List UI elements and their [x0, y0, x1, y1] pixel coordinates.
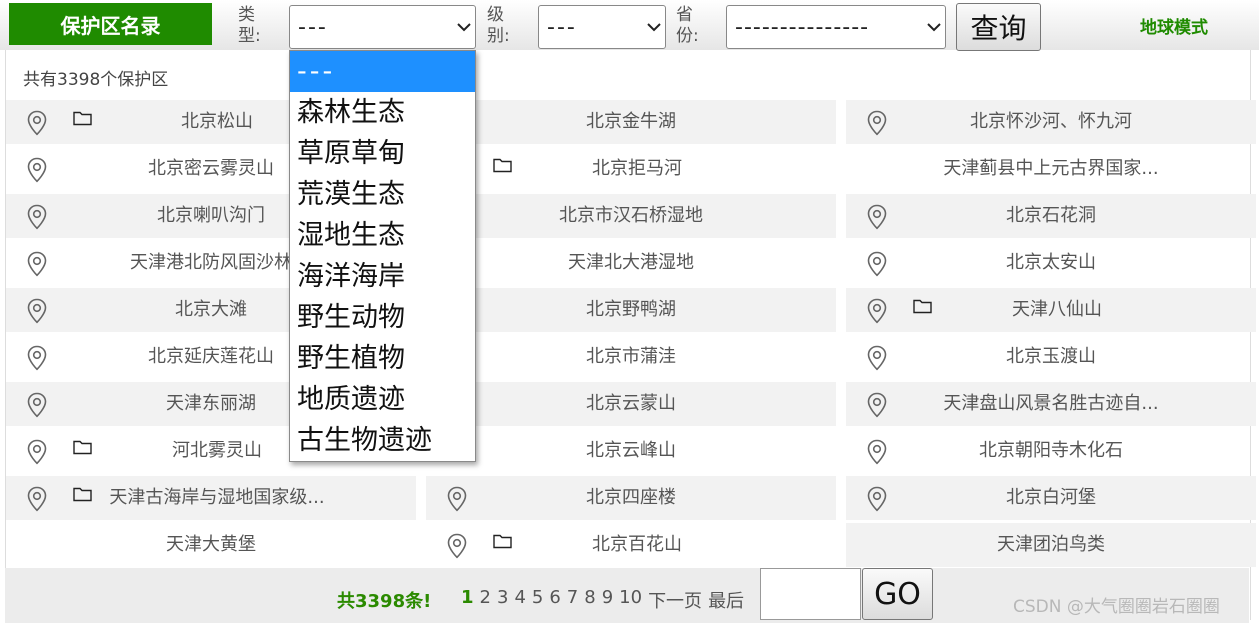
search-button[interactable]: 查询 [956, 3, 1041, 51]
type-option[interactable]: 海洋海岸 [290, 256, 475, 297]
reserve-item[interactable]: 北京百花山 [426, 523, 836, 567]
reserve-name[interactable]: 北京朝阳寺木化石 [846, 429, 1256, 473]
reserve-item[interactable]: 天津团泊鸟类 [846, 523, 1256, 567]
reserve-name[interactable]: 北京玉渡山 [846, 335, 1256, 379]
reserve-name[interactable]: 北京白河堡 [846, 476, 1256, 520]
reserve-item[interactable]: 北京白河堡 [846, 476, 1256, 520]
reserve-name[interactable]: 北京市汉石桥湿地 [426, 194, 836, 238]
reserve-item[interactable]: 北京怀沙河、怀九河 [846, 100, 1256, 144]
reserve-item[interactable]: 北京云蒙山 [426, 382, 836, 426]
reserve-name[interactable]: 天津盘山风景名胜古迹自... [846, 382, 1256, 426]
reserve-name[interactable]: 天津八仙山 [858, 288, 1256, 332]
reserve-item[interactable]: 天津古海岸与湿地国家级... [6, 476, 416, 520]
reserve-name[interactable]: 北京百花山 [438, 523, 836, 567]
reserve-item[interactable]: 天津八仙山 [846, 288, 1256, 332]
page-link-2[interactable]: 2 [480, 587, 491, 613]
type-option[interactable]: 草原草甸 [290, 133, 475, 174]
type-option[interactable]: 古生物遗迹 [290, 420, 475, 461]
reserve-item[interactable]: 天津盘山风景名胜古迹自... [846, 382, 1256, 426]
reserve-item[interactable]: 北京市蒲洼 [426, 335, 836, 379]
reserve-item[interactable]: 天津大黄堡 [6, 523, 416, 567]
reserve-item[interactable]: 北京野鸭湖 [426, 288, 836, 332]
reserve-item[interactable]: 北京四座楼 [426, 476, 836, 520]
type-select[interactable]: --- [289, 5, 476, 49]
watermark: CSDN @大气圈圈岩石圈圈 [1013, 597, 1220, 617]
type-option[interactable]: 野生动物 [290, 297, 475, 338]
top-bar: 保护区名录 类型: --- 级别: --- 省份: --------------… [0, 0, 1259, 51]
reserve-item[interactable]: 天津蓟县中上元古界国家... [846, 147, 1256, 191]
type-dropdown-list: --- 森林生态 草原草甸 荒漠生态 湿地生态 海洋海岸 野生动物 野生植物 地… [289, 50, 476, 462]
reserve-name[interactable]: 北京拒马河 [438, 147, 836, 191]
chevron-down-icon [923, 22, 945, 32]
province-select-value: --------------- [735, 14, 870, 40]
reserve-item[interactable]: 天津北大港湿地 [426, 241, 836, 285]
level-select[interactable]: --- [538, 5, 666, 49]
province-select[interactable]: --------------- [726, 5, 946, 49]
page-link-9[interactable]: 9 [602, 587, 613, 613]
reserve-name[interactable]: 北京市蒲洼 [426, 335, 836, 379]
reserve-name[interactable]: 北京太安山 [846, 241, 1256, 285]
reserve-name[interactable]: 天津北大港湿地 [426, 241, 836, 285]
next-page-link[interactable]: 下一页 [648, 587, 702, 613]
reserve-name[interactable]: 北京石花洞 [846, 194, 1256, 238]
level-label: 级别: [487, 5, 510, 46]
reserve-count: 共有3398个保护区 [23, 70, 169, 90]
reserve-item[interactable]: 北京金牛湖 [426, 100, 836, 144]
type-option[interactable]: 湿地生态 [290, 215, 475, 256]
type-option[interactable]: 野生植物 [290, 338, 475, 379]
reserve-name[interactable]: 天津大黄堡 [6, 523, 416, 567]
province-label: 省份: [676, 5, 699, 46]
type-select-value: --- [298, 14, 328, 40]
page-link-10[interactable]: 10 [619, 587, 642, 613]
reserve-name[interactable]: 北京云峰山 [426, 429, 836, 473]
reserve-name[interactable]: 北京四座楼 [426, 476, 836, 520]
reserve-item[interactable]: 北京朝阳寺木化石 [846, 429, 1256, 473]
page-link-6[interactable]: 6 [549, 587, 560, 613]
directory-title[interactable]: 保护区名录 [9, 3, 212, 45]
reserve-item[interactable]: 北京市汉石桥湿地 [426, 194, 836, 238]
reserve-item[interactable]: 北京云峰山 [426, 429, 836, 473]
reserve-item[interactable]: 北京玉渡山 [846, 335, 1256, 379]
page-number-input[interactable] [760, 568, 861, 620]
reserve-name[interactable]: 北京怀沙河、怀九河 [846, 100, 1256, 144]
type-option[interactable]: 森林生态 [290, 92, 475, 133]
type-option[interactable]: --- [290, 51, 475, 92]
last-page-link[interactable]: 最后 [708, 587, 744, 613]
level-select-value: --- [547, 14, 577, 40]
type-option[interactable]: 地质遗迹 [290, 379, 475, 420]
reserve-name[interactable]: 天津团泊鸟类 [846, 523, 1256, 567]
type-option[interactable]: 荒漠生态 [290, 174, 475, 215]
page-link-3[interactable]: 3 [497, 587, 508, 613]
page-link-1[interactable]: 1 [461, 587, 474, 613]
type-label: 类型: [238, 5, 261, 46]
chevron-down-icon [453, 22, 475, 32]
reserve-name[interactable]: 天津蓟县中上元古界国家... [846, 147, 1256, 191]
reserve-item[interactable]: 北京太安山 [846, 241, 1256, 285]
go-button[interactable]: GO [862, 568, 933, 620]
reserve-name[interactable]: 天津古海岸与湿地国家级... [18, 476, 416, 520]
total-count: 共3398条! [337, 591, 432, 612]
page-link-8[interactable]: 8 [584, 587, 595, 613]
reserve-name[interactable]: 北京野鸭湖 [426, 288, 836, 332]
reserve-item[interactable]: 北京拒马河 [426, 147, 836, 191]
page-link-7[interactable]: 7 [567, 587, 578, 613]
reserve-name[interactable]: 北京云蒙山 [426, 382, 836, 426]
page-link-4[interactable]: 4 [514, 587, 525, 613]
page-links: 1 2 3 4 5 6 7 8 9 10 下一页 最后 [461, 587, 744, 613]
reserve-name[interactable]: 北京金牛湖 [426, 100, 836, 144]
reserve-item[interactable]: 北京石花洞 [846, 194, 1256, 238]
earth-mode-link[interactable]: 地球模式 [1140, 13, 1208, 38]
page-link-5[interactable]: 5 [532, 587, 543, 613]
chevron-down-icon [643, 22, 665, 32]
